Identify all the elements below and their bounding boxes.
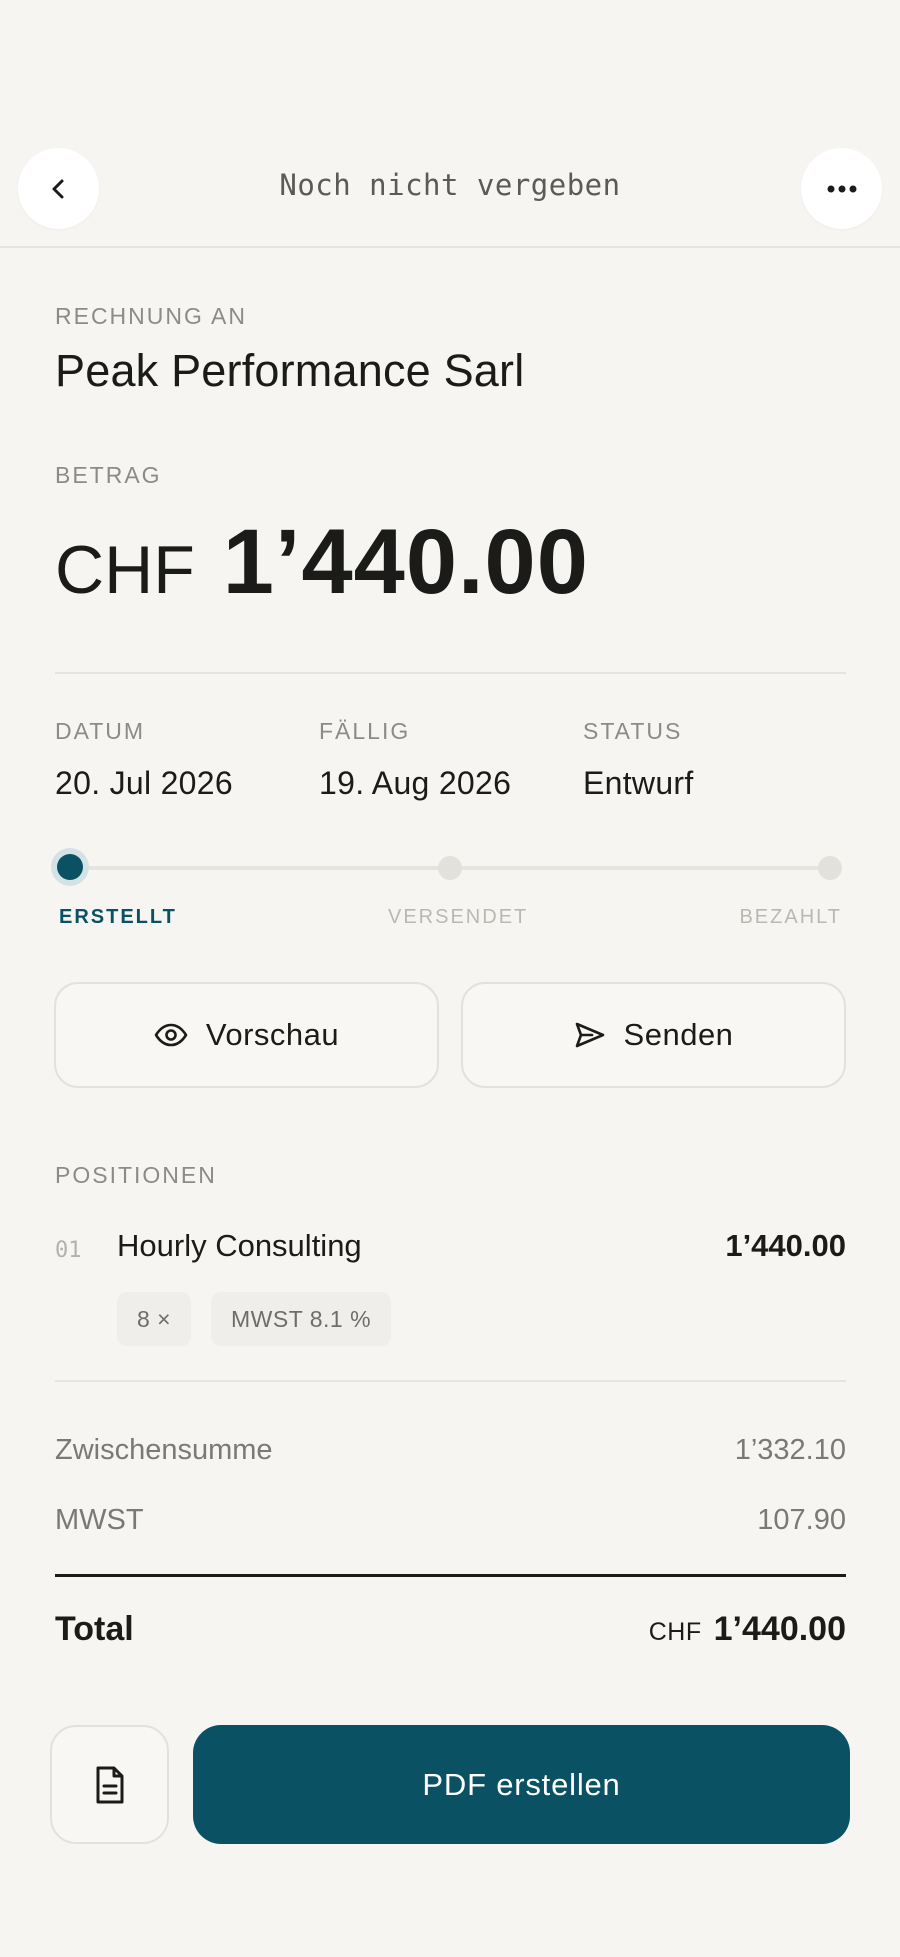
more-horizontal-icon [827, 185, 856, 192]
position-number: 01 [55, 1238, 82, 1263]
create-pdf-button[interactable]: PDF erstellen [193, 1725, 850, 1844]
date-value: 20. Jul 2026 [55, 765, 233, 801]
total-label: Total [55, 1610, 134, 1648]
due-value: 19. Aug 2026 [319, 765, 512, 801]
step-dot-paid [818, 856, 842, 880]
invoice-detail-screen: Noch nicht vergeben RECHNUNG AN Peak Per… [0, 0, 900, 1957]
subtotal-row: Zwischensumme 1’332.10 [55, 1434, 846, 1467]
meta-status: STATUS Entwurf [583, 718, 694, 802]
vat-label: MWST [55, 1504, 144, 1536]
amount-currency: CHF [55, 532, 195, 608]
position-amount: 1’440.00 [725, 1228, 846, 1263]
send-button[interactable]: Senden [461, 982, 846, 1088]
total-currency: CHF [648, 1618, 702, 1646]
total-amount: 1’440.00 [713, 1610, 846, 1648]
meta-date: DATUM 20. Jul 2026 [55, 718, 233, 802]
meta-due: FÄLLIG 19. Aug 2026 [319, 718, 511, 802]
date-label: DATUM [55, 718, 146, 744]
document-icon [96, 1766, 123, 1803]
position-name: Hourly Consulting [117, 1228, 362, 1263]
divider [55, 1380, 846, 1382]
client-name: Peak Performance Sarl [55, 345, 525, 396]
subtotal-value: 1’332.10 [734, 1434, 846, 1466]
step-label-created: ERSTELLT [59, 906, 177, 928]
quantity-chip: 8 × [117, 1292, 192, 1346]
total-value: CHF 1’440.00 [649, 1610, 846, 1649]
status-label: STATUS [583, 718, 683, 744]
subtotal-label: Zwischensumme [55, 1434, 273, 1466]
amount-display: CHF 1’440.00 [55, 510, 589, 613]
vat-value: 107.90 [757, 1504, 846, 1536]
status-value: Entwurf [583, 765, 694, 801]
due-label: FÄLLIG [319, 718, 411, 744]
preview-button[interactable]: Vorschau [54, 982, 439, 1088]
document-button[interactable] [50, 1725, 169, 1844]
divider [55, 672, 846, 674]
eye-icon [154, 1023, 188, 1047]
send-icon [575, 1022, 604, 1048]
vat-row: MWST 107.90 [55, 1504, 846, 1537]
step-label-paid: BEZAHLT [739, 906, 842, 928]
top-bar: Noch nicht vergeben [0, 0, 900, 248]
positions-label: POSITIONEN [55, 1162, 217, 1188]
preview-label: Vorschau [205, 1017, 340, 1052]
step-dot-created [57, 854, 83, 880]
step-dot-sent [438, 856, 462, 880]
step-label-sent: VERSENDET [388, 906, 529, 928]
client-label: RECHNUNG AN [55, 303, 247, 329]
vat-chip: MWST 8.1 % [211, 1292, 392, 1346]
amount-value: 1’440.00 [222, 511, 589, 613]
send-label: Senden [623, 1017, 734, 1052]
amount-label: BETRAG [55, 462, 162, 488]
total-divider [55, 1574, 846, 1577]
invoice-number-title: Noch nicht vergeben [279, 168, 621, 202]
more-options-button[interactable] [801, 148, 882, 229]
